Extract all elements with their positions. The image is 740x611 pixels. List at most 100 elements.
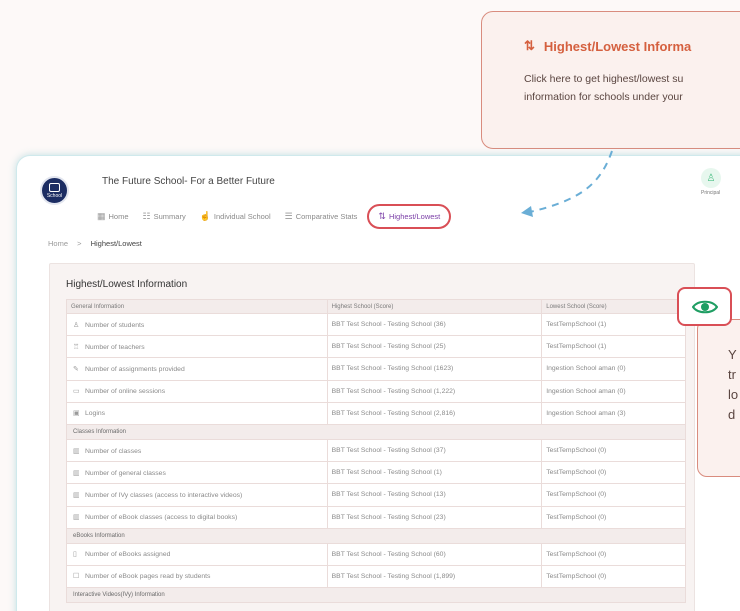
grid-icon: ▦ [97, 211, 106, 221]
nav-label: Summary [153, 212, 186, 221]
metric-label: Number of teachers [85, 343, 145, 351]
nav-individual-school[interactable]: ☝ Individual School [200, 211, 271, 222]
tooltip-title-text: Highest/Lowest Informa [543, 38, 692, 54]
metric-cell: ▥ Number of classes [66, 438, 328, 463]
table-row: ♙ Number of students BBT Test School - Tes… [66, 312, 686, 337]
book-logo-icon [49, 182, 60, 192]
highest-school-cell: BBT Test School - Testing School (2,816) [326, 401, 543, 425]
metric-label: Number of eBook classes (access to digit… [85, 514, 238, 522]
lowest-school-cell: TestTempSchool (0) [541, 461, 686, 485]
table-row: ▥ Number of classes BBT Test School - Test… [66, 438, 686, 463]
highest-school-cell: BBT Test School - Testing School (1623) [326, 357, 543, 381]
metric-label: Number of eBooks assigned [85, 551, 171, 559]
table-row: ▣ Logins BBT Test School - Testing School … [66, 401, 686, 425]
tooltip-title: ⇅ Highest/Lowest Informa [524, 38, 740, 54]
table-section-row: eBooks Information [66, 527, 686, 544]
table-row: ▥ Number of IVy classes (access to intera… [66, 483, 686, 507]
school-logo: School [40, 176, 69, 205]
user-icon: ♙ [706, 172, 716, 184]
teacher-icon: ♖ [73, 343, 80, 351]
nav-summary[interactable]: ☷ Summary [143, 211, 186, 222]
metric-label: Number of students [85, 321, 145, 329]
stats-icon: ☰ [284, 211, 293, 221]
metric-label: Number of IVy classes (access to interac… [85, 491, 243, 499]
metric-cell: ▥ Number of eBook classes (access to digi… [66, 505, 328, 529]
eye-tooltip: Y tr lo d [697, 319, 740, 477]
breadcrumb-current: Highest/Lowest [90, 239, 142, 248]
metric-cell: ✎ Number of assignments provided [66, 357, 328, 381]
highest-school-cell: BBT Test School - Testing School (1) [326, 461, 543, 485]
table-row: ▭ Number of online sessions BBT Test Schoo… [66, 379, 686, 403]
metric-cell: ▯ Number of eBooks assigned [66, 542, 328, 566]
highest-school-cell: BBT Test School - Testing School (37) [326, 438, 543, 463]
class-icon: ▥ [73, 469, 80, 477]
section-label: Interactive Videos(IVy) Information [66, 587, 686, 604]
lowest-school-cell: TestTempSchool (0) [541, 564, 686, 589]
highest-school-cell: BBT Test School - Testing School (23) [326, 505, 543, 529]
lowest-school-cell: Ingestion School aman (0) [541, 357, 686, 381]
breadcrumb-separator: > [77, 239, 82, 248]
table-section-row: Interactive Videos(IVy) Information [66, 587, 686, 604]
metric-label: Number of assignments provided [85, 365, 185, 373]
highest-lowest-card: Highest/Lowest Information General Infor… [49, 263, 695, 611]
card-title: Highest/Lowest Information [66, 279, 188, 290]
metric-label: Number of online sessions [85, 388, 166, 396]
view-details-button[interactable] [677, 287, 732, 326]
breadcrumb-home[interactable]: Home [48, 239, 68, 248]
highest-school-cell: BBT Test School - Testing School (1,899) [326, 564, 543, 589]
user-role: Principal [701, 190, 721, 196]
lowest-school-cell: Ingestion School aman (3) [541, 401, 686, 425]
column-header: General Information [66, 299, 328, 314]
column-header: Lowest School (Score) [541, 299, 686, 314]
login-icon: ▣ [73, 410, 80, 418]
assignment-icon: ✎ [73, 365, 79, 373]
metric-cell: ▣ Logins [66, 401, 328, 425]
lowest-school-cell: Ingestion School aman (0) [541, 379, 686, 403]
section-label: Classes Information [66, 423, 686, 440]
user-avatar[interactable]: ♙ [701, 168, 721, 188]
sort-arrows-icon: ⇅ [378, 211, 386, 221]
table-row: ♖ Number of teachers BBT Test School - Tes… [66, 335, 686, 359]
metric-cell: ▥ Number of general classes [66, 461, 328, 485]
breadcrumb: Home > Highest/Lowest [48, 239, 142, 248]
main-nav: ▦ Home ☷ Summary ☝ Individual School ☰ C… [97, 204, 465, 229]
summary-icon: ☷ [142, 211, 151, 221]
metric-label: Number of general classes [85, 469, 166, 477]
nav-home[interactable]: ▦ Home [97, 211, 129, 222]
lowest-school-cell: TestTempSchool (0) [541, 483, 686, 507]
lowest-school-cell: TestTempSchool (1) [541, 335, 686, 359]
class-icon: ▥ [73, 491, 80, 499]
nav-label: Highest/Lowest [388, 212, 441, 221]
online-session-icon: ▭ [73, 388, 80, 396]
metric-label: Logins [85, 410, 106, 418]
metric-cell: ▭ Number of online sessions [66, 379, 328, 403]
highest-school-cell: BBT Test School - Testing School (1,222) [326, 379, 543, 403]
table-row: ✎ Number of assignments provided BBT Test … [66, 357, 686, 381]
highest-school-cell: BBT Test School - Testing School (25) [326, 335, 543, 359]
section-label: eBooks Information [66, 527, 686, 544]
metric-cell: ♙ Number of students [66, 312, 328, 337]
nav-comparative-stats[interactable]: ☰ Comparative Stats [285, 211, 358, 222]
eye-icon [691, 300, 718, 313]
book-icon: ▯ [73, 551, 77, 559]
nav-highest-lowest[interactable]: ⇅ Highest/Lowest [367, 204, 452, 229]
highest-school-cell: BBT Test School - Testing School (60) [326, 542, 543, 566]
thumbs-up-icon: ☝ [199, 211, 211, 221]
pages-icon: ☐ [73, 573, 80, 581]
nav-label: Comparative Stats [295, 212, 358, 221]
school-title: The Future School- For a Better Future [102, 176, 275, 187]
metric-label: Number of eBook pages read by students [85, 573, 211, 581]
app-window: School The Future School- For a Better F… [16, 155, 740, 611]
metric-cell: ▥ Number of IVy classes (access to intera… [66, 483, 328, 507]
class-icon: ▥ [73, 447, 80, 455]
metric-cell: ♖ Number of teachers [66, 335, 328, 359]
highest-school-cell: BBT Test School - Testing School (13) [326, 483, 543, 507]
lowest-school-cell: TestTempSchool (1) [541, 312, 686, 337]
class-icon: ▥ [73, 514, 80, 522]
highest-lowest-table: General Information Highest School (Scor… [66, 299, 686, 604]
highest-school-cell: BBT Test School - Testing School (36) [326, 312, 543, 337]
table-row: ▥ Number of general classes BBT Test Schoo… [66, 461, 686, 485]
metric-label: Number of classes [85, 447, 142, 455]
table-row: ▥ Number of eBook classes (access to digi… [66, 505, 686, 529]
tooltip-body: Click here to get highest/lowest su info… [524, 70, 740, 106]
